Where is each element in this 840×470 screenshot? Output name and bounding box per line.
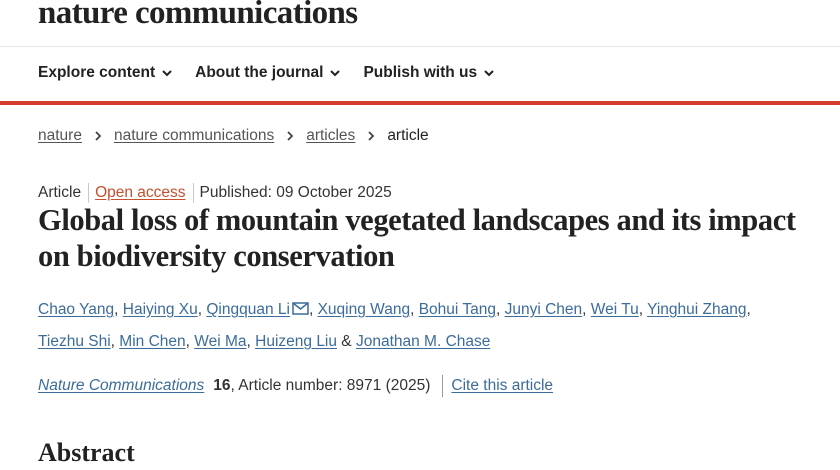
author-link[interactable]: Haiying Xu	[123, 301, 198, 318]
article-meta: Article Open access Published: 09 Octobe…	[38, 183, 392, 203]
author-link[interactable]: Tiezhu Shi	[38, 333, 111, 350]
chevron-right-icon	[368, 131, 375, 141]
author-line-1: Chao Yang, Haiying Xu, Qingquan Li, Xuqi…	[38, 294, 818, 326]
author-separator: ,	[246, 333, 256, 350]
author-separator: ,	[308, 301, 318, 318]
published-date: Published: 09 October 2025	[199, 184, 392, 201]
cite-this-article-link[interactable]: Cite this article	[451, 377, 553, 395]
author-link[interactable]: Wei Tu	[591, 301, 639, 318]
meta-divider	[192, 183, 194, 203]
breadcrumb-articles[interactable]: articles	[306, 127, 355, 145]
author-separator: ,	[410, 301, 419, 318]
chevron-down-icon	[162, 70, 172, 77]
author-link[interactable]: Xuqing Wang	[318, 301, 411, 318]
breadcrumb-nature[interactable]: nature	[38, 127, 82, 145]
citation-divider	[442, 375, 444, 397]
author-separator: ,	[110, 333, 120, 350]
breadcrumb-current: article	[387, 127, 429, 144]
nav-explore-label: Explore content	[38, 64, 156, 81]
site-header: nature communications Explore content Ab…	[0, 0, 840, 105]
author-separator: ,	[495, 301, 505, 318]
author-separator: ,	[746, 301, 751, 318]
author-link[interactable]: Qingquan Li	[206, 301, 290, 318]
chevron-right-icon	[287, 131, 294, 141]
author-link[interactable]: Wei Ma	[194, 333, 246, 350]
journal-logo[interactable]: nature communications	[38, 0, 358, 33]
nav-publish-with-us[interactable]: Publish with us	[363, 64, 495, 82]
breadcrumb-nature-communications[interactable]: nature communications	[114, 127, 274, 145]
author-link[interactable]: Jonathan M. Chase	[356, 333, 490, 350]
main-nav: Explore content About the journal Publis…	[38, 64, 517, 82]
nav-about-label: About the journal	[195, 64, 324, 81]
nav-about-journal[interactable]: About the journal	[195, 64, 341, 82]
header-divider	[0, 46, 840, 47]
breadcrumb: nature nature communications articles ar…	[38, 127, 429, 145]
nav-explore-content[interactable]: Explore content	[38, 64, 173, 82]
open-access-link[interactable]: Open access	[95, 184, 185, 202]
article-title: Global loss of mountain vegetated landsc…	[38, 203, 796, 273]
chevron-down-icon	[330, 70, 341, 77]
header-accent-rule	[0, 101, 840, 105]
author-line-2: Tiezhu Shi, Min Chen, Wei Ma, Huizeng Li…	[38, 326, 818, 358]
author-link[interactable]: Yinghui Zhang	[647, 301, 746, 318]
mail-icon[interactable]	[292, 302, 309, 315]
author-separator: &	[337, 333, 356, 350]
author-list: Chao Yang, Haiying Xu, Qingquan Li, Xuqi…	[38, 294, 818, 358]
author-separator: ,	[185, 333, 195, 350]
citation-line: Nature Communications 16 , Article numbe…	[38, 375, 553, 397]
chevron-right-icon	[95, 131, 102, 141]
author-link[interactable]: Huizeng Liu	[255, 333, 337, 350]
author-link[interactable]: Bohui Tang	[419, 301, 496, 318]
author-link[interactable]: Junyi Chen	[505, 301, 583, 318]
author-link[interactable]: Min Chen	[119, 333, 185, 350]
article-type: Article	[38, 184, 82, 201]
article-number: , Article number: 8971 (2025)	[230, 377, 431, 394]
abstract-heading: Abstract	[38, 438, 135, 467]
meta-divider	[88, 183, 90, 203]
chevron-down-icon	[484, 70, 494, 77]
nav-publish-label: Publish with us	[363, 64, 478, 81]
author-separator: ,	[114, 301, 123, 318]
author-separator: ,	[582, 301, 591, 318]
journal-link[interactable]: Nature Communications	[38, 377, 204, 395]
volume-number: 16	[213, 377, 231, 394]
author-link[interactable]: Chao Yang	[38, 301, 114, 318]
author-separator: ,	[638, 301, 648, 318]
